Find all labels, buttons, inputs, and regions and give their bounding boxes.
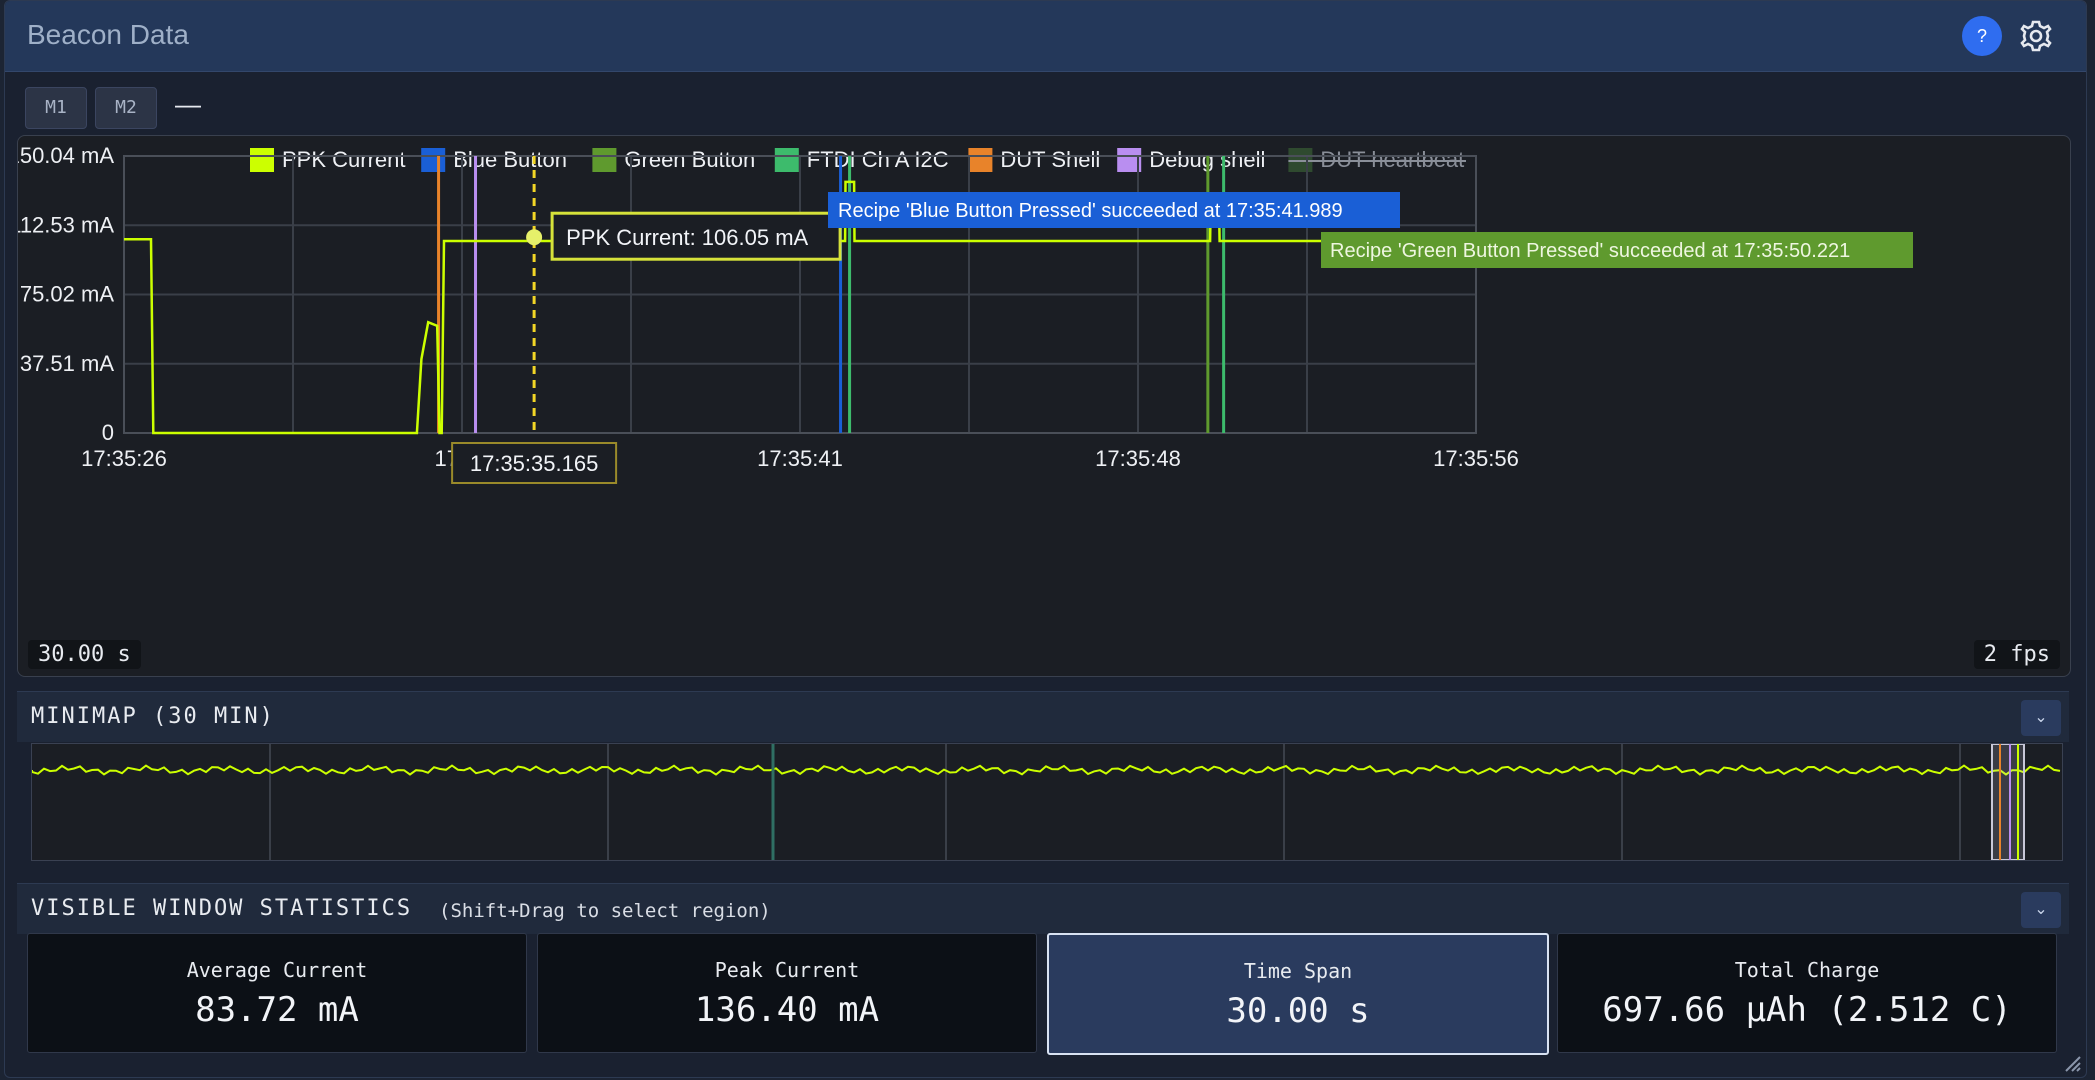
window-title: Beacon Data [27, 19, 189, 50]
stat-label: Total Charge [1734, 958, 1880, 982]
stat-total-charge: Total Charge 697.66 µAh (2.512 C) [1557, 933, 2057, 1053]
stat-value: 30.00 s [1226, 991, 1370, 1031]
stats-title: VISIBLE WINDOW STATISTICS [31, 896, 413, 921]
minimap-title: MINIMAP (30 MIN) [31, 704, 275, 729]
legend-swatch-1 [421, 148, 446, 172]
cursor-time-label: 17:35:35.165 [470, 451, 598, 476]
legend-swatch-0 [250, 148, 274, 172]
stat-average-current: Average Current 83.72 mA [27, 933, 527, 1053]
fps-label: 2 fps [1973, 640, 2060, 669]
legend-label-3: FTDI Ch A I2C [807, 147, 949, 172]
minimap-series-line [31, 764, 2061, 776]
title-bar: Beacon Data ? [5, 1, 2086, 72]
stat-peak-current: Peak Current 136.40 mA [537, 933, 1037, 1053]
marker-delta-readout: — [175, 89, 201, 119]
x-tick-label: 17:35:26 [81, 446, 167, 471]
legend-label-1: Blue Button [453, 147, 567, 172]
current-chart[interactable]: PPK Current Blue Button Green Button FTDI C… [17, 135, 2071, 677]
x-tick-label: 17:35:48 [1095, 446, 1181, 471]
help-button[interactable]: ? [1962, 16, 2002, 56]
annotation-text: Recipe 'Green Button Pressed' succeeded … [1330, 240, 1850, 262]
legend-label-2: Green Button [624, 147, 755, 172]
window-span-label: 30.00 s [28, 640, 141, 669]
x-tick-label: 17:35:56 [1433, 446, 1519, 471]
legend-swatch-4 [968, 148, 993, 172]
stats-header[interactable]: VISIBLE WINDOW STATISTICS (Shift+Drag to… [17, 883, 2069, 934]
stat-label: Time Span [1243, 959, 1353, 983]
minimap-viewport [1991, 743, 2025, 861]
plot-area: 150.04 mA112.53 mA75.02 mA37.51 mA017:35… [18, 143, 1913, 484]
cursor-dot [526, 229, 543, 246]
legend-label-0: PPK Current [282, 147, 406, 172]
x-tick-label: 17:35:41 [757, 446, 843, 471]
stats-collapse-button[interactable]: ⌄ [2021, 892, 2061, 928]
stat-time-span[interactable]: Time Span 30.00 s [1047, 933, 1549, 1055]
beacon-data-panel: Beacon Data ? M1 M2 — PPK Current Blue Bu… [4, 0, 2087, 1078]
legend-label-6: DUT heartbeat [1320, 147, 1464, 172]
annotation-text: Recipe 'Blue Button Pressed' succeeded a… [838, 200, 1343, 222]
marker-m1-button[interactable]: M1 [25, 87, 87, 129]
stat-label: Peak Current [714, 958, 860, 982]
chart-svg[interactable]: PPK Current Blue Button Green Button FTDI C… [18, 136, 2070, 676]
y-tick-label: 150.04 mA [18, 143, 114, 168]
chevron-down-icon: ⌄ [2034, 709, 2048, 726]
minimap-header[interactable]: MINIMAP (30 MIN) ⌄ [17, 691, 2069, 742]
resize-grip-icon[interactable] [2062, 1053, 2082, 1073]
gear-icon [2020, 20, 2052, 52]
legend-swatch-3 [774, 148, 799, 172]
stat-label: Average Current [186, 958, 368, 982]
legend-swatch-2 [592, 148, 617, 172]
legend-label-4: DUT Shell [1000, 147, 1100, 172]
y-tick-label: 75.02 mA [20, 282, 114, 307]
minimap[interactable] [31, 743, 2063, 861]
settings-button[interactable] [2016, 16, 2056, 56]
stat-value: 136.40 mA [694, 990, 880, 1030]
minimap-svg[interactable] [31, 743, 2062, 861]
chevron-down-icon: ⌄ [2034, 901, 2048, 918]
stat-value: 83.72 mA [195, 990, 359, 1030]
minimap-collapse-button[interactable]: ⌄ [2021, 700, 2061, 736]
stats-hint: (Shift+Drag to select region) [439, 900, 771, 922]
y-tick-label: 37.51 mA [20, 351, 114, 376]
y-tick-label: 0 [102, 420, 114, 445]
y-tick-label: 112.53 mA [18, 212, 114, 237]
minimap-plot [31, 743, 2061, 861]
stat-value: 697.66 µAh (2.512 C) [1602, 990, 2012, 1030]
marker-m2-button[interactable]: M2 [95, 87, 157, 129]
cursor-tooltip-text: PPK Current: 106.05 mA [566, 225, 808, 250]
